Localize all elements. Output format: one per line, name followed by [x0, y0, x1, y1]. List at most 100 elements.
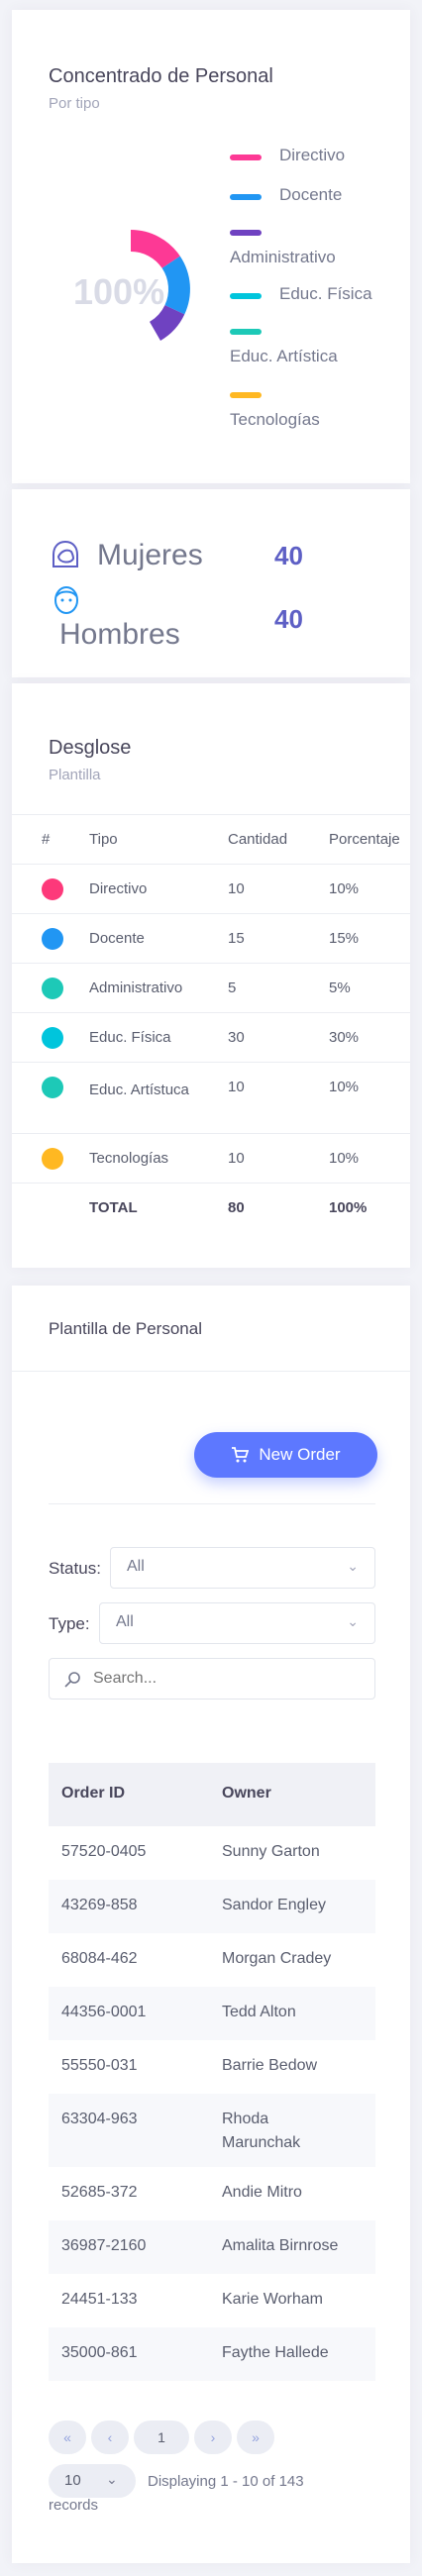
- last-page-button[interactable]: »: [237, 2421, 274, 2454]
- order-id-cell: 36987-2160: [61, 2237, 147, 2254]
- type-color-dot: [42, 928, 63, 950]
- porcentaje-cell: 5%: [329, 979, 351, 996]
- men-label: Hombres: [59, 618, 180, 651]
- plantilla-card: Plantilla de Personal New Order Status: …: [12, 1286, 410, 2563]
- legend-swatch: [230, 293, 262, 299]
- cantidad-cell: 10: [228, 1150, 245, 1167]
- col-header-order-id[interactable]: Order ID: [61, 1785, 125, 1803]
- next-page-button[interactable]: ›: [194, 2421, 232, 2454]
- owner-cell: Barrie Bedow: [222, 2057, 318, 2074]
- legend-swatch: [230, 392, 262, 398]
- table-row: Administrativo 5 5%: [12, 963, 410, 1012]
- status-filter-label: Status:: [49, 1559, 101, 1578]
- donut-center-label: 100%: [73, 271, 165, 312]
- desglose-subtitle: Plantilla: [49, 767, 101, 783]
- prev-page-button[interactable]: ‹: [91, 2421, 129, 2454]
- order-id-cell: 63304-963: [61, 2111, 138, 2127]
- status-select[interactable]: All ⌄: [110, 1547, 375, 1589]
- table-row: 24451-133 Karie Worham: [49, 2274, 375, 2327]
- cart-icon: [232, 1447, 250, 1463]
- legend-swatch: [230, 230, 262, 236]
- search-icon: [64, 1672, 80, 1688]
- table-row: 52685-372 Andie Mitro: [49, 2167, 375, 2220]
- order-id-cell: 52685-372: [61, 2184, 138, 2201]
- table-row: 68084-462 Morgan Cradey: [49, 1933, 375, 1987]
- men-count: 40: [274, 604, 303, 634]
- total-porcentaje: 100%: [329, 1199, 368, 1216]
- first-page-button[interactable]: «: [49, 2421, 86, 2454]
- type-color-dot: [42, 978, 63, 999]
- type-color-dot: [42, 1077, 63, 1098]
- cantidad-cell: 10: [228, 1079, 245, 1095]
- legend-label: Educ. Artística: [230, 347, 338, 365]
- type-select-value: All: [116, 1613, 134, 1630]
- tipo-cell: Directivo: [89, 880, 148, 897]
- legend-label: Docente: [279, 185, 343, 204]
- tipo-cell: Educ. Artístuca: [89, 1082, 189, 1098]
- tipo-cell: Docente: [89, 930, 145, 947]
- legend-swatch: [230, 155, 262, 160]
- table-row: Directivo 10 10%: [12, 864, 410, 913]
- owner-cell: Faythe Hallede: [222, 2344, 329, 2361]
- type-filter-label: Type:: [49, 1614, 90, 1633]
- legend-label: Administrativo: [230, 248, 336, 266]
- order-id-cell: 55550-031: [61, 2057, 138, 2074]
- table-row: 63304-963 Rhoda Marunchak: [49, 2094, 375, 2167]
- owner-cell: Morgan Cradey: [222, 1950, 332, 1967]
- porcentaje-cell: 15%: [329, 930, 360, 947]
- table-row: Docente 15 15%: [12, 913, 410, 963]
- table-row: Educ. Física 30 30%: [12, 1012, 410, 1062]
- new-order-label: New Order: [259, 1445, 341, 1464]
- cantidad-cell: 5: [228, 979, 237, 996]
- cantidad-cell: 30: [228, 1029, 245, 1046]
- total-label: TOTAL: [89, 1199, 138, 1216]
- card-header-divider: [12, 1371, 410, 1372]
- col-header-tipo: Tipo: [89, 831, 118, 848]
- porcentaje-cell: 10%: [329, 880, 360, 897]
- type-color-dot: [42, 878, 63, 900]
- col-header-owner[interactable]: Owner: [222, 1785, 271, 1803]
- chevron-down-icon: ⌄: [347, 1613, 359, 1629]
- order-id-cell: 68084-462: [61, 1950, 138, 1967]
- porcentaje-cell: 10%: [329, 1079, 360, 1095]
- search-input[interactable]: [93, 1667, 361, 1691]
- chevron-down-icon: ⌄: [347, 1558, 359, 1574]
- cantidad-cell: 15: [228, 930, 245, 947]
- female-icon: [53, 540, 78, 567]
- order-id-cell: 35000-861: [61, 2344, 138, 2361]
- owner-cell: Sandor Engley: [222, 1897, 326, 1913]
- table-header-row: # Tipo Cantidad Porcentaje: [12, 814, 410, 864]
- order-id-cell: 43269-858: [61, 1897, 138, 1913]
- tipo-cell: Tecnologías: [89, 1150, 169, 1167]
- owner-cell: Karie Worham: [222, 2291, 323, 2308]
- order-id-cell: 24451-133: [61, 2291, 138, 2308]
- plantilla-title: Plantilla de Personal: [49, 1319, 202, 1338]
- porcentaje-cell: 30%: [329, 1029, 360, 1046]
- type-color-dot: [42, 1148, 63, 1170]
- tipo-cell: Educ. Física: [89, 1029, 171, 1046]
- table-row: 57520-0405 Sunny Garton: [49, 1826, 375, 1880]
- page-number-button[interactable]: 1: [134, 2421, 189, 2454]
- desglose-title: Desglose: [49, 737, 132, 759]
- legend-label: Tecnologías: [230, 410, 320, 429]
- new-order-button[interactable]: New Order: [194, 1432, 377, 1478]
- table-row: 43269-858 Sandor Engley: [49, 1880, 375, 1933]
- type-select[interactable]: All ⌄: [99, 1602, 375, 1644]
- table-row: 36987-2160 Amalita Birnrose: [49, 2220, 375, 2274]
- desglose-card: Desglose Plantilla # Tipo Cantidad Porce…: [12, 683, 410, 1268]
- table-total-row: TOTAL 80 100%: [12, 1183, 410, 1232]
- toolbar-divider: [49, 1503, 375, 1504]
- col-header-number: #: [42, 831, 51, 848]
- legend-label: Directivo: [279, 146, 346, 164]
- owner-cell: Amalita Birnrose: [222, 2237, 339, 2254]
- gender-card: Mujeres 40 Hombres 40: [12, 489, 410, 677]
- legend-swatch: [230, 329, 262, 335]
- owner-cell: Andie Mitro: [222, 2184, 302, 2201]
- records-info: Displaying 1 - 10 of 143 records: [49, 2473, 304, 2514]
- personal-card: Concentrado de Personal Por tipo 100% Di…: [12, 10, 410, 483]
- porcentaje-cell: 10%: [329, 1150, 360, 1167]
- orders-table-header: Order ID Owner: [49, 1763, 375, 1826]
- table-row: 55550-031 Barrie Bedow: [49, 2040, 375, 2094]
- total-cantidad: 80: [228, 1199, 245, 1216]
- women-count: 40: [274, 541, 303, 570]
